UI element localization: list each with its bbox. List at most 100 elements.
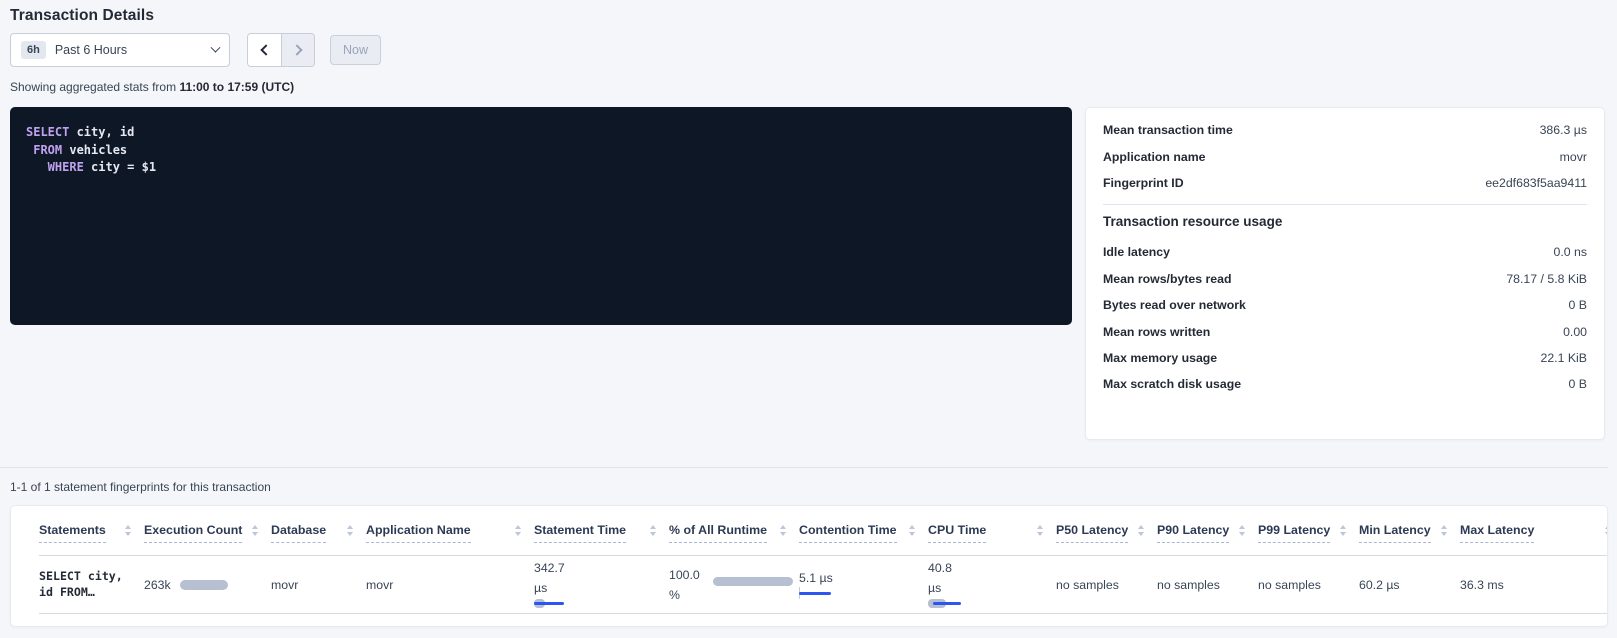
caption-prefix: Showing aggregated stats from: [10, 80, 179, 94]
sql-line: SELECT city, id: [26, 124, 1056, 142]
transaction-summary-card: Mean transaction time 386.3 µs Applicati…: [1085, 107, 1605, 440]
runtime-unit: %: [669, 587, 700, 603]
runtime-bar: [713, 577, 793, 586]
summary-divider: [1103, 204, 1587, 205]
sort-icon: [347, 525, 353, 536]
summary-row-fingerprint-id: Fingerprint ID ee2df683f5aa9411: [1103, 170, 1587, 196]
resource-value: 0 B: [1569, 298, 1587, 312]
now-button[interactable]: Now: [330, 35, 381, 65]
column-header-min-latency[interactable]: Min Latency: [1359, 506, 1460, 555]
summary-row-mean-transaction-time: Mean transaction time 386.3 µs: [1103, 117, 1587, 143]
column-header-cpu-time[interactable]: CPU Time: [928, 506, 1056, 555]
resource-usage-heading: Transaction resource usage: [1103, 214, 1587, 229]
execution-count-bar: [180, 580, 228, 590]
runtime-value: 100.0: [669, 567, 700, 583]
sort-icon: [1138, 525, 1144, 536]
column-header-percent-of-all-runtime[interactable]: % of All Runtime: [669, 506, 799, 555]
statement-cell: SELECT city, id FROM…: [39, 556, 144, 613]
statements-table-header: Statements Execution Count Database Appl…: [39, 506, 1607, 556]
summary-value: 386.3 µs: [1540, 123, 1587, 137]
resource-label: Idle latency: [1103, 245, 1170, 259]
sql-text: city = $1: [84, 160, 156, 174]
chevron-right-icon: [291, 44, 302, 55]
summary-row-application-name: Application name movr: [1103, 143, 1587, 169]
chevron-left-icon: [260, 44, 271, 55]
p90-latency-cell: no samples: [1157, 556, 1258, 613]
resource-value: 78.17 / 5.8 KiB: [1506, 272, 1587, 286]
min-latency-cell: 60.2 µs: [1359, 556, 1460, 613]
sql-code: SELECT city, id FROM vehicles WHERE city…: [26, 124, 1056, 177]
sort-icon: [1037, 525, 1043, 536]
column-header-statement-time[interactable]: Statement Time: [534, 506, 669, 555]
chevron-down-icon: [211, 42, 221, 52]
aggregated-stats-caption: Showing aggregated stats from 11:00 to 1…: [10, 80, 1608, 94]
sql-keyword: SELECT: [26, 125, 69, 139]
resource-row-mean-rows-bytes-read: Mean rows/bytes read 78.17 / 5.8 KiB: [1103, 266, 1587, 292]
summary-label: Mean transaction time: [1103, 123, 1233, 137]
sql-line: WHERE city = $1: [26, 159, 1056, 177]
resource-row-mean-rows-written: Mean rows written 0.00: [1103, 318, 1587, 344]
resource-value: 0.00: [1563, 325, 1587, 339]
column-header-max-latency[interactable]: Max Latency: [1460, 506, 1607, 555]
resource-label: Mean rows/bytes read: [1103, 272, 1231, 286]
fingerprints-caption: 1-1 of 1 statement fingerprints for this…: [10, 480, 1608, 494]
resource-label: Max scratch disk usage: [1103, 377, 1241, 391]
execution-count-cell: 263k: [144, 556, 271, 613]
resource-row-max-memory-usage: Max memory usage 22.1 KiB: [1103, 345, 1587, 371]
previous-time-button[interactable]: [248, 34, 281, 66]
cpu-time-value: 40.8: [928, 560, 980, 576]
summary-value: movr: [1560, 150, 1587, 164]
sort-icon: [780, 525, 786, 536]
max-latency-cell: 36.3 ms: [1460, 556, 1607, 613]
sql-line: FROM vehicles: [26, 142, 1056, 160]
resource-label: Bytes read over network: [1103, 298, 1246, 312]
sql-keyword: FROM: [26, 143, 62, 157]
time-controls: 6h Past 6 Hours Now: [10, 33, 1608, 67]
sort-icon: [650, 525, 656, 536]
resource-row-max-scratch-disk-usage: Max scratch disk usage 0 B: [1103, 371, 1587, 397]
column-header-p50-latency[interactable]: P50 Latency: [1056, 506, 1157, 555]
contention-time-value: 5.1 µs: [799, 570, 851, 586]
statement-link[interactable]: SELECT city, id FROM…: [39, 569, 123, 600]
resource-value: 0.0 ns: [1554, 245, 1588, 259]
sort-icon: [125, 525, 131, 536]
sort-icon: [1605, 525, 1608, 536]
resource-value: 22.1 KiB: [1541, 351, 1588, 365]
application-name-cell: movr: [366, 556, 534, 613]
sql-keyword: WHERE: [26, 160, 84, 174]
column-header-p90-latency[interactable]: P90 Latency: [1157, 506, 1258, 555]
statement-time-value: 342.7: [534, 560, 586, 576]
section-divider: [0, 467, 1608, 468]
details-cards-row: SELECT city, id FROM vehicles WHERE city…: [10, 107, 1608, 440]
next-time-button[interactable]: [281, 34, 314, 66]
p50-latency-cell: no samples: [1056, 556, 1157, 613]
contention-time-cell: 5.1 µs: [799, 556, 928, 613]
statement-time-unit: µs: [534, 580, 586, 596]
column-header-application-name[interactable]: Application Name: [366, 506, 534, 555]
caption-time-range: 11:00 to 17:59 (UTC): [179, 80, 294, 94]
cpu-time-bar: [928, 599, 980, 609]
resource-row-bytes-read-over-network: Bytes read over network 0 B: [1103, 292, 1587, 318]
statement-time-bar: [534, 599, 586, 609]
cpu-time-unit: µs: [928, 580, 980, 596]
summary-label: Application name: [1103, 150, 1206, 164]
sort-icon: [252, 525, 258, 536]
column-header-execution-count[interactable]: Execution Count: [144, 506, 271, 555]
column-header-database[interactable]: Database: [271, 506, 366, 555]
time-range-label: Past 6 Hours: [55, 43, 127, 57]
database-cell: movr: [271, 556, 366, 613]
sql-text: city, id: [69, 125, 134, 139]
column-header-p99-latency[interactable]: P99 Latency: [1258, 506, 1359, 555]
resource-label: Max memory usage: [1103, 351, 1217, 365]
execution-count-value: 263k: [144, 578, 171, 592]
summary-label: Fingerprint ID: [1103, 176, 1184, 190]
sort-icon: [1340, 525, 1346, 536]
sort-icon: [1441, 525, 1447, 536]
page-title: Transaction Details: [10, 7, 1608, 25]
column-header-statements[interactable]: Statements: [39, 506, 144, 555]
p99-latency-cell: no samples: [1258, 556, 1359, 613]
time-range-dropdown[interactable]: 6h Past 6 Hours: [10, 33, 230, 67]
resource-row-idle-latency: Idle latency 0.0 ns: [1103, 239, 1587, 265]
column-header-contention-time[interactable]: Contention Time: [799, 506, 928, 555]
resource-label: Mean rows written: [1103, 325, 1210, 339]
